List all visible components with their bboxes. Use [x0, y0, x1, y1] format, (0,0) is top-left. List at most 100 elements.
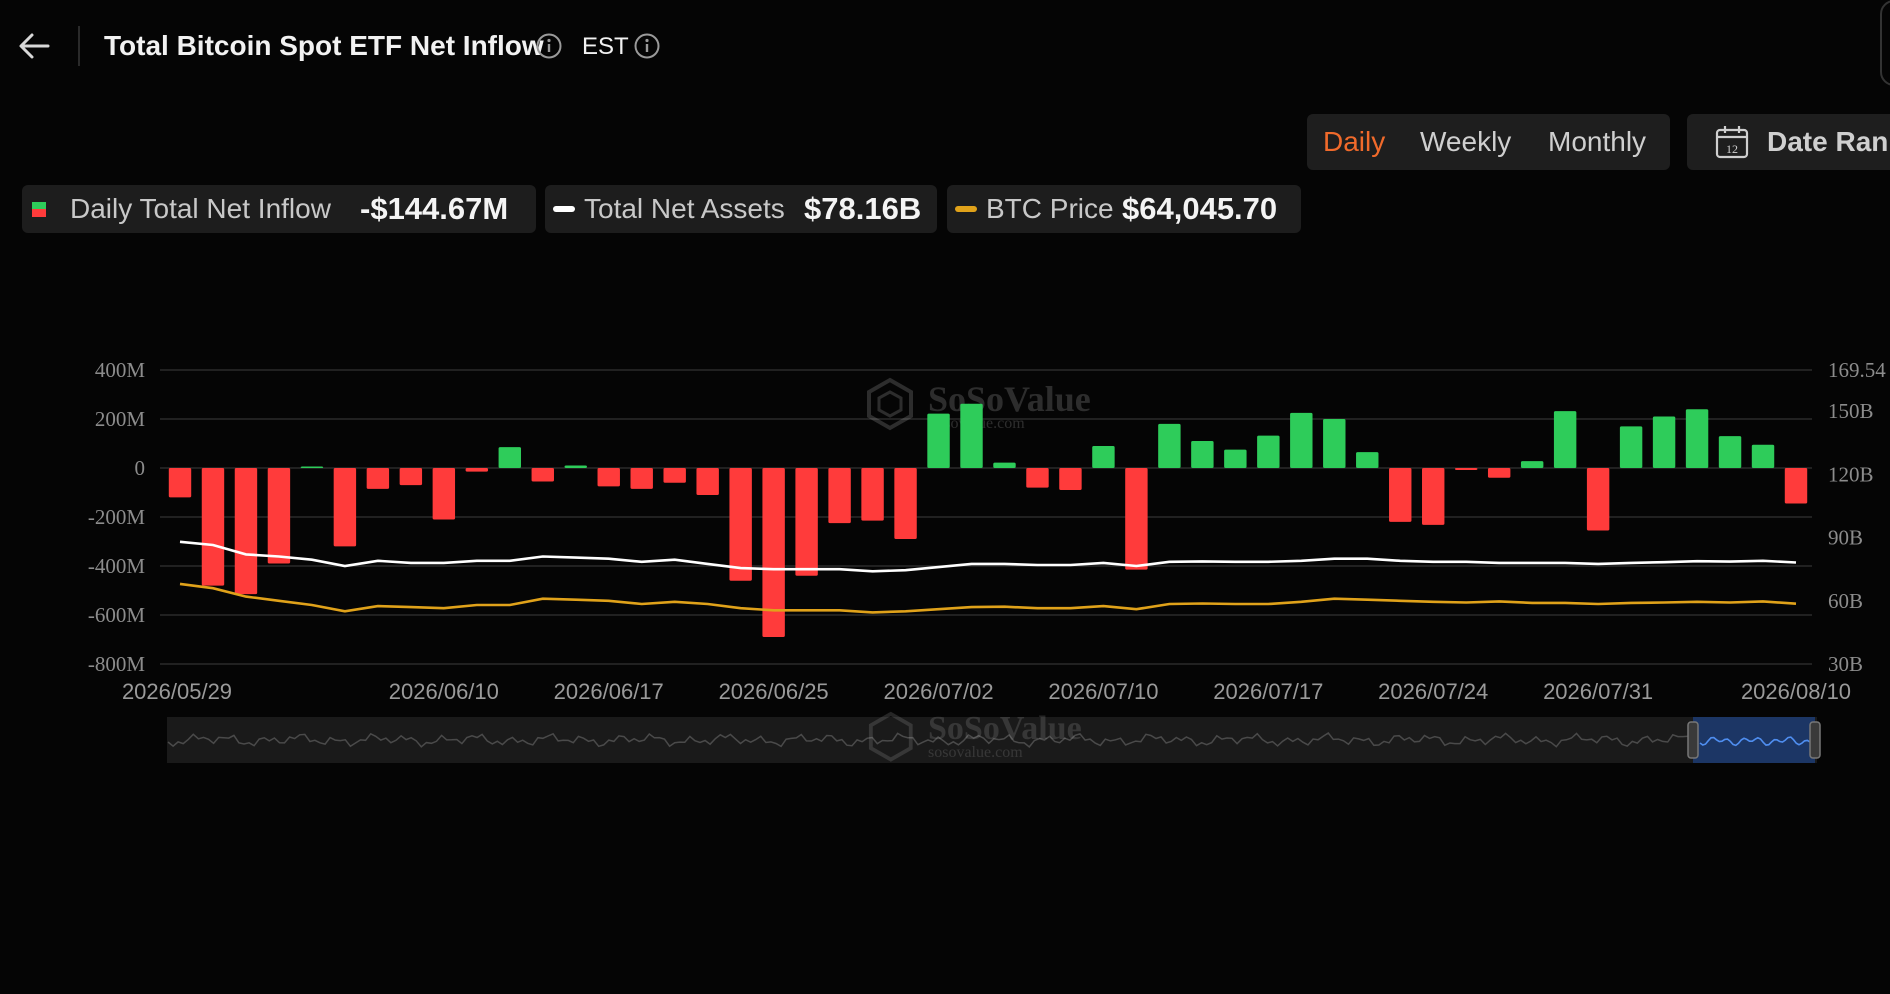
date-range-button[interactable]: 12 Date Ran [1687, 114, 1890, 170]
inflow-bar[interactable] [267, 468, 291, 564]
inflow-bar[interactable] [630, 468, 653, 489]
inflow-bar[interactable] [1059, 468, 1082, 491]
btc-swatch-icon [955, 206, 977, 212]
navigator-left-handle[interactable] [1687, 721, 1699, 759]
inflow-bar[interactable] [531, 468, 554, 482]
assets-label: Total Net Assets [584, 193, 785, 224]
inflow-label: Daily Total Net Inflow [70, 193, 331, 224]
inflow-bar[interactable] [1125, 468, 1148, 570]
left-axis-tick: 400M [95, 358, 146, 382]
x-axis-tick: 2026/07/17 [1213, 679, 1323, 704]
x-axis-tick: 2026/06/10 [389, 679, 499, 704]
inflow-bar[interactable] [1520, 461, 1544, 468]
inflow-bar[interactable] [465, 468, 489, 472]
inflow-bar[interactable] [861, 468, 884, 521]
inflow-bar[interactable] [300, 466, 324, 469]
right-axis-tick: 60B [1828, 589, 1863, 613]
x-axis-tick: 2026/06/25 [719, 679, 829, 704]
right-axis-tick: 90B [1828, 526, 1863, 550]
inflow-bar[interactable] [729, 468, 752, 581]
header-divider [78, 26, 80, 66]
left-axis-tick: -200M [88, 505, 145, 529]
right-axis-tick: 30B [1828, 652, 1863, 676]
inflow-bar[interactable] [993, 462, 1016, 468]
inflow-bar[interactable] [663, 468, 686, 483]
inflow-bar[interactable] [1026, 468, 1049, 488]
net-assets-line[interactable] [179, 540, 1797, 573]
inflow-bar[interactable] [432, 468, 456, 520]
right-axis-tick: 169.54 [1828, 358, 1886, 382]
x-axis-tick: 2026/07/02 [883, 679, 993, 704]
inflow-bar[interactable] [1751, 444, 1775, 468]
inflow-bar[interactable] [828, 468, 851, 524]
right-axis-tick: 150B [1828, 399, 1874, 423]
inflow-bar[interactable] [1685, 409, 1709, 468]
inflow-bar[interactable] [927, 413, 950, 468]
legend-assets[interactable]: Total Net Assets $78.16B [545, 185, 937, 233]
inflow-bar[interactable] [597, 468, 620, 487]
inflow-bar[interactable] [201, 468, 225, 586]
inflow-bar[interactable] [795, 468, 818, 576]
inflow-bar[interactable] [1784, 468, 1808, 504]
inflow-bar[interactable] [696, 468, 719, 495]
period-toggle: Daily Weekly Monthly [1307, 114, 1670, 170]
inflow-bar[interactable] [564, 465, 587, 468]
btc-value: $64,045.70 [1122, 191, 1278, 226]
inflow-bar[interactable] [1422, 468, 1445, 525]
inflow-bar[interactable] [1454, 468, 1478, 470]
inflow-bar[interactable] [333, 468, 357, 547]
period-weekly-button[interactable]: Weekly [1420, 114, 1511, 170]
svg-text:12: 12 [1726, 142, 1738, 156]
inflow-bar[interactable] [1652, 416, 1676, 468]
inflow-bar[interactable] [366, 468, 390, 489]
left-axis-tick: 200M [95, 407, 146, 431]
inflow-bar[interactable] [399, 468, 423, 486]
inflow-bar[interactable] [1092, 445, 1115, 468]
watermark-brand: SoSoValue [928, 379, 1091, 419]
inflow-bar[interactable] [498, 447, 522, 468]
period-daily-button[interactable]: Daily [1323, 114, 1385, 170]
back-arrow-icon[interactable] [14, 26, 54, 66]
inflow-bar[interactable] [1487, 468, 1511, 478]
inflow-bar[interactable] [1290, 412, 1313, 468]
assets-value: $78.16B [804, 191, 922, 226]
x-axis-tick: 2026/06/17 [554, 679, 664, 704]
inflow-bar[interactable] [1257, 435, 1280, 468]
chart-area[interactable]: SoSoValue sosovalue.com 400M 200M 0 -200M -4… [0, 340, 1890, 780]
date-range-label: Date Ran [1767, 126, 1889, 157]
inflow-swatch-icon [32, 202, 46, 217]
btc-price-line[interactable] [179, 582, 1797, 614]
inflow-bar[interactable] [1356, 452, 1379, 468]
btc-label: BTC Price [986, 193, 1114, 224]
left-axis-tick: -600M [88, 603, 145, 627]
x-axis-tick: 2026/05/29 [122, 679, 232, 704]
legend-btc[interactable]: BTC Price $64,045.70 [947, 185, 1301, 233]
inflow-bar[interactable] [1158, 423, 1181, 468]
inflow-chart[interactable]: SoSoValue sosovalue.com 400M 200M 0 -200M -4… [0, 340, 1890, 780]
inflow-bar[interactable] [762, 468, 785, 638]
x-axis-tick: 2026/08/10 [1741, 679, 1851, 704]
right-axis-tick: 120B [1828, 462, 1874, 486]
inflow-bar[interactable] [234, 468, 258, 595]
inflow-bar[interactable] [1224, 449, 1247, 468]
inflow-bar[interactable] [894, 468, 917, 540]
navigator-right-handle[interactable] [1809, 721, 1821, 759]
inflow-bar[interactable] [1586, 468, 1610, 531]
calendar-icon: 12 [1714, 124, 1750, 160]
period-monthly-button[interactable]: Monthly [1548, 114, 1646, 170]
x-axis-tick: 2026/07/24 [1378, 679, 1488, 704]
svg-text:SoSoValue: SoSoValue [928, 710, 1082, 747]
timezone-label: EST [582, 33, 629, 60]
inflow-bar[interactable] [1191, 441, 1214, 468]
inflow-bar[interactable] [1389, 468, 1412, 522]
inflow-bar[interactable] [1718, 436, 1742, 468]
inflow-bar[interactable] [960, 403, 983, 468]
inflow-bar[interactable] [168, 468, 192, 498]
inflow-bar[interactable] [1619, 426, 1643, 468]
timezone-info-icon[interactable] [634, 33, 660, 59]
inflow-bar[interactable] [1323, 419, 1346, 468]
legend-inflow[interactable]: Daily Total Net Inflow -$144.67M [22, 185, 536, 233]
inflow-bar[interactable] [1553, 411, 1577, 468]
title-info-icon[interactable] [536, 33, 562, 59]
side-panel-edge[interactable] [1880, 0, 1890, 86]
